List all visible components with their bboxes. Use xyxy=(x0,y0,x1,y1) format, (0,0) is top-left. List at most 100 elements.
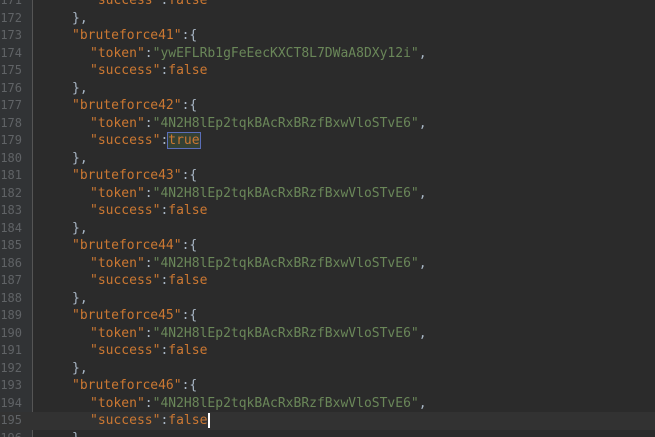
code-line[interactable]: 194 "token":"4N2H8lEp2tqkBAcRxBRzfBxwVloS… xyxy=(0,395,655,413)
success-value: false xyxy=(168,203,208,218)
success-value: false xyxy=(168,413,208,428)
token-value: "4N2H8lEp2tqkBAcRxBRzfBxwVloSTvE6" xyxy=(152,185,419,201)
json-object-key: "bruteforce43" xyxy=(72,168,182,183)
json-object-key: "bruteforce41" xyxy=(72,28,182,43)
colon: : xyxy=(144,185,153,201)
json-key-token: "token" xyxy=(90,45,145,61)
code-line[interactable]: 187 "success":false xyxy=(0,272,655,290)
line-code: }, xyxy=(42,10,88,28)
code-line[interactable]: 174 "token":"ywEFLRb1gFeEecKXCT8L7DWaA8DX… xyxy=(0,45,655,63)
line-code: "success":false xyxy=(42,412,211,430)
line-number: 190 xyxy=(0,325,22,340)
open-brace: :{ xyxy=(181,168,198,183)
code-line[interactable]: 193 "bruteforce46":{ xyxy=(0,377,655,395)
open-brace: :{ xyxy=(181,308,198,323)
line-number: 181 xyxy=(0,168,22,182)
code-line[interactable]: 184}, xyxy=(0,220,655,238)
closing-brace: }, xyxy=(72,10,88,26)
code-line[interactable]: 195 "success":false xyxy=(0,412,655,430)
line-code: "token":"4N2H8lEp2tqkBAcRxBRzfBxwVloSTvE… xyxy=(42,325,427,343)
colon: : xyxy=(144,255,153,271)
line-number: 195 xyxy=(0,413,22,427)
line-number: 174 xyxy=(0,45,22,60)
code-line[interactable]: 192}, xyxy=(0,360,655,378)
json-object-key: "bruteforce46" xyxy=(72,378,182,393)
json-key-token: "token" xyxy=(90,185,145,201)
line-number: 177 xyxy=(0,98,22,112)
comma: , xyxy=(418,185,427,201)
open-brace: :{ xyxy=(181,238,198,253)
token-value: "4N2H8lEp2tqkBAcRxBRzfBxwVloSTvE6" xyxy=(152,395,419,411)
line-code: }, xyxy=(42,220,88,238)
line-code: }, xyxy=(42,290,88,308)
line-number: 171 xyxy=(0,0,22,7)
code-line[interactable]: 186 "token":"4N2H8lEp2tqkBAcRxBRzfBxwVloS… xyxy=(0,255,655,273)
line-number: 173 xyxy=(0,28,22,42)
line-code: "success":false xyxy=(42,272,207,290)
json-key-success: "success" xyxy=(90,343,161,358)
code-line[interactable]: 173 "bruteforce41":{ xyxy=(0,27,655,45)
comma: , xyxy=(418,115,427,131)
code-line[interactable]: 191 "success":false xyxy=(0,342,655,360)
colon: : xyxy=(144,115,153,131)
comma: , xyxy=(418,255,427,271)
closing-brace: } xyxy=(72,431,80,437)
code-line[interactable]: 196} xyxy=(0,430,655,437)
code-line[interactable]: 189 "bruteforce45":{ xyxy=(0,307,655,325)
line-code: "token":"4N2H8lEp2tqkBAcRxBRzfBxwVloSTvE… xyxy=(42,185,427,203)
line-code: "bruteforce45":{ xyxy=(42,307,197,325)
line-code: "success":true xyxy=(42,132,201,150)
comma: , xyxy=(418,325,427,341)
line-code: "success":false xyxy=(42,202,207,220)
json-key-success: "success" xyxy=(90,0,161,8)
line-number: 187 xyxy=(0,273,22,287)
code-line[interactable]: 185 "bruteforce44":{ xyxy=(0,237,655,255)
code-line[interactable]: 176}, xyxy=(0,80,655,98)
line-number: 176 xyxy=(0,80,22,95)
line-code: }, xyxy=(42,360,88,378)
line-code: } xyxy=(42,430,80,437)
code-line[interactable]: 179 "success":true xyxy=(0,132,655,150)
line-number: 182 xyxy=(0,185,22,200)
json-key-success: "success" xyxy=(90,273,161,288)
open-brace: :{ xyxy=(181,98,198,113)
code-line[interactable]: 177 "bruteforce42":{ xyxy=(0,97,655,115)
line-code: "success":false xyxy=(42,62,207,80)
json-key-token: "token" xyxy=(90,255,145,271)
code-line[interactable]: 175 "success":false xyxy=(0,62,655,80)
selected-true-value: true xyxy=(167,132,201,149)
line-code: "bruteforce41":{ xyxy=(42,27,197,45)
code-line[interactable]: 188}, xyxy=(0,290,655,308)
json-key-success: "success" xyxy=(90,203,161,218)
json-key-token: "token" xyxy=(90,115,145,131)
code-line[interactable]: 180}, xyxy=(0,150,655,168)
code-line[interactable]: 183 "success":false xyxy=(0,202,655,220)
code-line[interactable]: 178 "token":"4N2H8lEp2tqkBAcRxBRzfBxwVloS… xyxy=(0,115,655,133)
line-code: }, xyxy=(42,150,88,168)
line-code: "bruteforce44":{ xyxy=(42,237,197,255)
code-line[interactable]: 172}, xyxy=(0,10,655,28)
json-key-success: "success" xyxy=(90,133,161,148)
json-object-key: "bruteforce42" xyxy=(72,98,182,113)
line-number: 183 xyxy=(0,203,22,217)
line-number: 188 xyxy=(0,290,22,305)
line-number: 185 xyxy=(0,238,22,252)
code-lines[interactable]: 171 "success":false 172}, 173 "bruteforce41"… xyxy=(0,0,655,437)
line-number: 186 xyxy=(0,255,22,270)
line-number: 189 xyxy=(0,308,22,322)
colon: : xyxy=(144,395,153,411)
code-editor[interactable]: 171 "success":false 172}, 173 "bruteforce41"… xyxy=(0,0,655,437)
code-line[interactable]: 190 "token":"4N2H8lEp2tqkBAcRxBRzfBxwVloS… xyxy=(0,325,655,343)
json-key-token: "token" xyxy=(90,325,145,341)
code-line[interactable]: 181 "bruteforce43":{ xyxy=(0,167,655,185)
line-number: 175 xyxy=(0,63,22,77)
comma: , xyxy=(418,395,427,411)
line-code: "bruteforce42":{ xyxy=(42,97,197,115)
closing-brace: }, xyxy=(72,150,88,166)
token-value: "4N2H8lEp2tqkBAcRxBRzfBxwVloSTvE6" xyxy=(152,325,419,341)
token-value: "4N2H8lEp2tqkBAcRxBRzfBxwVloSTvE6" xyxy=(152,115,419,131)
text-caret xyxy=(208,413,211,428)
open-brace: :{ xyxy=(181,28,198,43)
code-line[interactable]: 171 "success":false xyxy=(0,0,655,10)
code-line[interactable]: 182 "token":"4N2H8lEp2tqkBAcRxBRzfBxwVloS… xyxy=(0,185,655,203)
